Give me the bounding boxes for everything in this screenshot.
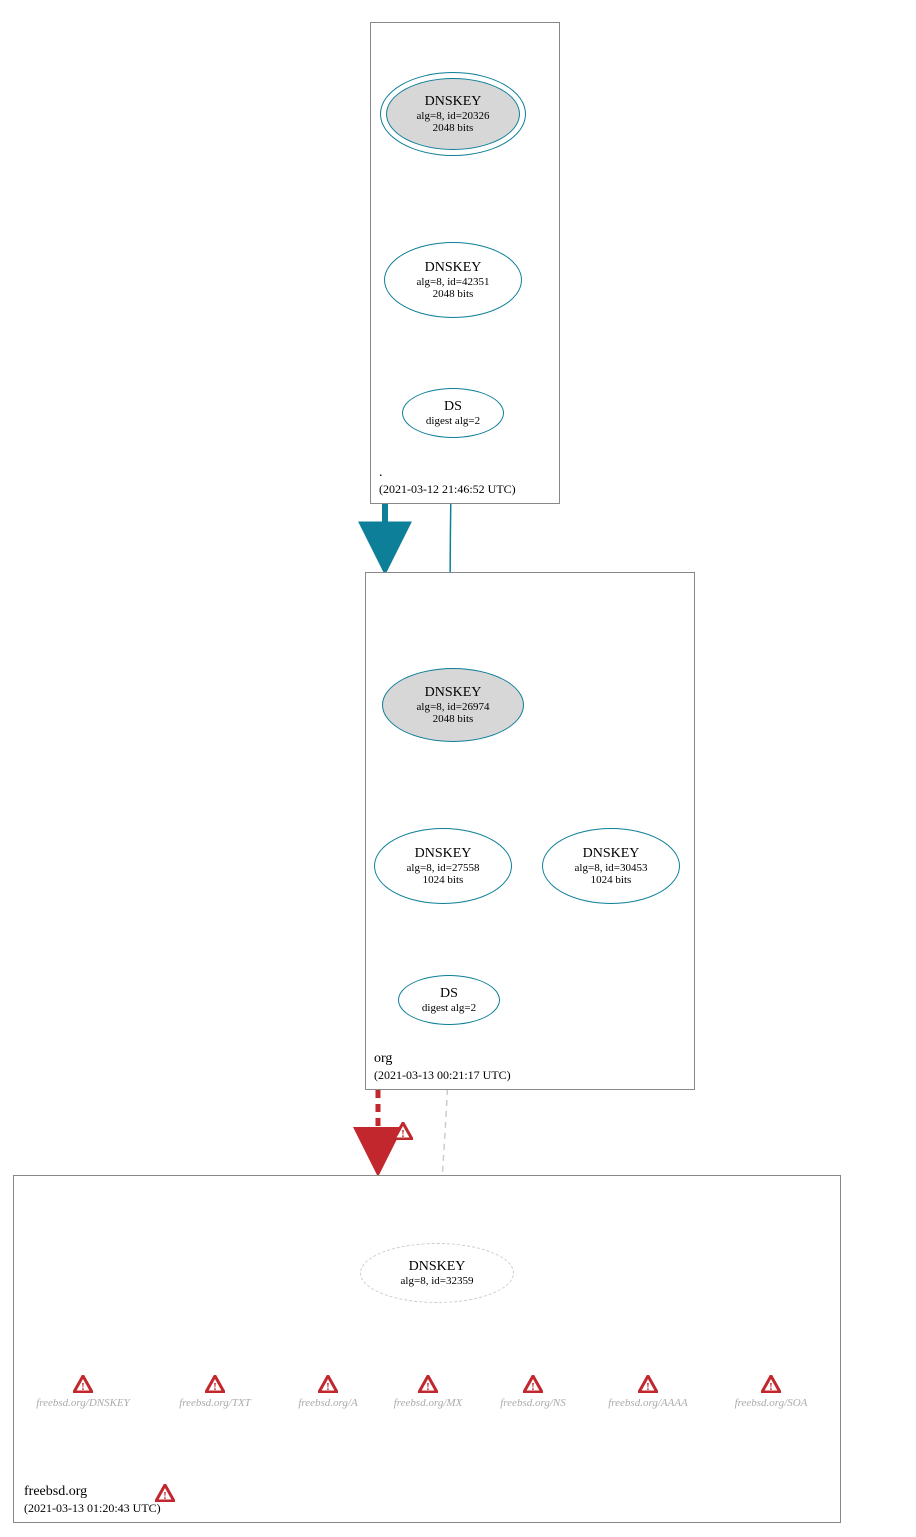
org-zsk1-sub1: alg=8, id=27558 xyxy=(407,862,480,874)
warning-icon: ! xyxy=(73,1375,93,1393)
root-ksk-title: DNSKEY xyxy=(425,94,482,109)
node-org-ksk[interactable]: DNSKEY alg=8, id=26974 2048 bits xyxy=(382,668,524,742)
node-org-zsk2[interactable]: DNSKEY alg=8, id=30453 1024 bits xyxy=(542,828,680,904)
svg-text:!: ! xyxy=(326,1381,330,1393)
record-aaaa: freebsd.org/AAAA xyxy=(593,1397,703,1409)
zone-label-org: org xyxy=(374,1051,392,1067)
node-root-ksk[interactable]: DNSKEY alg=8, id=20326 2048 bits xyxy=(386,78,520,150)
record-soa: freebsd.org/SOA xyxy=(716,1397,826,1409)
svg-text:!: ! xyxy=(213,1381,217,1393)
warning-icon: ! xyxy=(761,1375,781,1393)
org-ds-title: DS xyxy=(440,986,458,1001)
node-freebsd-key[interactable]: DNSKEY alg=8, id=32359 xyxy=(360,1243,514,1303)
node-root-ds[interactable]: DS digest alg=2 xyxy=(402,388,504,438)
warning-icon: ! xyxy=(205,1375,225,1393)
zone-label-freebsd: freebsd.org xyxy=(24,1484,87,1500)
svg-text:!: ! xyxy=(769,1381,773,1393)
warning-icon: ! xyxy=(393,1122,413,1140)
org-zsk2-title: DNSKEY xyxy=(583,846,640,861)
svg-text:!: ! xyxy=(163,1490,167,1502)
fb-key-sub1: alg=8, id=32359 xyxy=(401,1275,474,1287)
svg-text:!: ! xyxy=(401,1128,405,1140)
root-ksk-sub1: alg=8, id=20326 xyxy=(417,110,490,122)
org-zsk2-sub2: 1024 bits xyxy=(591,874,632,886)
org-zsk1-title: DNSKEY xyxy=(415,846,472,861)
root-ds-title: DS xyxy=(444,399,462,414)
zone-box-freebsd: freebsd.org (2021-03-13 01:20:43 UTC) xyxy=(13,1175,841,1523)
org-ds-sub1: digest alg=2 xyxy=(422,1002,476,1014)
fb-key-title: DNSKEY xyxy=(409,1259,466,1274)
warning-icon: ! xyxy=(418,1375,438,1393)
warning-icon: ! xyxy=(155,1484,175,1502)
record-mx: freebsd.org/MX xyxy=(373,1397,483,1409)
record-ns: freebsd.org/NS xyxy=(478,1397,588,1409)
record-a: freebsd.org/A xyxy=(273,1397,383,1409)
node-org-zsk1[interactable]: DNSKEY alg=8, id=27558 1024 bits xyxy=(374,828,512,904)
org-zsk1-sub2: 1024 bits xyxy=(423,874,464,886)
node-org-ds[interactable]: DS digest alg=2 xyxy=(398,975,500,1025)
svg-text:!: ! xyxy=(531,1381,535,1393)
root-ds-sub1: digest alg=2 xyxy=(426,415,480,427)
zone-ts-freebsd: (2021-03-13 01:20:43 UTC) xyxy=(24,1501,161,1516)
record-txt: freebsd.org/TXT xyxy=(160,1397,270,1409)
org-zsk2-sub1: alg=8, id=30453 xyxy=(575,862,648,874)
zone-label-root: . xyxy=(379,465,383,481)
zone-ts-root: (2021-03-12 21:46:52 UTC) xyxy=(379,482,516,497)
org-ksk-sub2: 2048 bits xyxy=(433,713,474,725)
org-ksk-sub1: alg=8, id=26974 xyxy=(417,701,490,713)
root-zsk-title: DNSKEY xyxy=(425,260,482,275)
warning-icon: ! xyxy=(638,1375,658,1393)
svg-text:!: ! xyxy=(646,1381,650,1393)
svg-text:!: ! xyxy=(81,1381,85,1393)
root-zsk-sub2: 2048 bits xyxy=(433,288,474,300)
org-ksk-title: DNSKEY xyxy=(425,685,482,700)
node-root-zsk[interactable]: DNSKEY alg=8, id=42351 2048 bits xyxy=(384,242,522,318)
warning-icon: ! xyxy=(523,1375,543,1393)
root-zsk-sub1: alg=8, id=42351 xyxy=(417,276,490,288)
svg-text:!: ! xyxy=(426,1381,430,1393)
record-dnskey: freebsd.org/DNSKEY xyxy=(28,1397,138,1409)
root-ksk-sub2: 2048 bits xyxy=(433,122,474,134)
zone-ts-org: (2021-03-13 00:21:17 UTC) xyxy=(374,1068,511,1083)
warning-icon: ! xyxy=(318,1375,338,1393)
